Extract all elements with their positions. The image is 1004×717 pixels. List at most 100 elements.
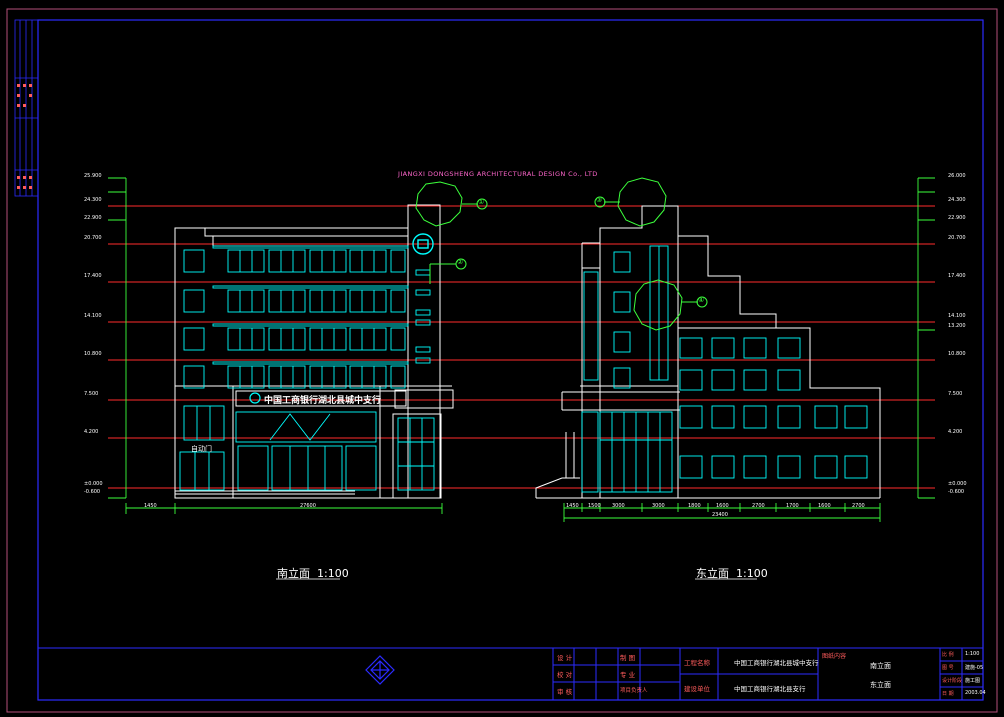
level-left-9: ±0.000 [84, 481, 103, 487]
window [390, 289, 406, 313]
level-right-4: 17.400 [948, 273, 966, 279]
callout-3: ③ [596, 196, 603, 204]
balcony-rail [212, 245, 409, 249]
window [743, 405, 767, 429]
level-left-3: 20.700 [84, 235, 102, 241]
level-left-5: 14.100 [84, 313, 102, 319]
window [349, 365, 387, 389]
dim-east-6: 2700 [752, 503, 765, 509]
level-right-10: ±0.000 [948, 481, 967, 487]
tb-field-label-2: 设计阶段 [942, 678, 963, 684]
dim-east-10: 23400 [712, 512, 728, 518]
window [268, 249, 306, 273]
window [743, 337, 767, 359]
countersign-strip [14, 19, 39, 197]
callout-4: ④ [698, 296, 705, 304]
south-windows [183, 245, 409, 389]
level-left-7: 7.500 [84, 391, 99, 397]
tb-field-value-0: 1:100 [965, 651, 980, 657]
window [349, 327, 387, 351]
window [268, 289, 306, 313]
tb-field-label-0: 比 例 [942, 652, 954, 658]
level-right-3: 20.700 [948, 235, 966, 241]
window [777, 405, 801, 429]
tb-role-review: 审 核 [557, 688, 573, 696]
balcony-rail [212, 323, 409, 327]
window [268, 327, 306, 351]
level-left-2: 22.900 [84, 215, 102, 221]
window [183, 249, 205, 273]
level-left-6: 10.800 [84, 351, 102, 357]
tb-field-label-1: 图 号 [942, 665, 954, 671]
window [613, 291, 631, 313]
company-banner: JIANGXI DONGSHENG ARCHITECTURAL DESIGN C… [398, 170, 598, 178]
auto-door-label: 自动门 [191, 445, 212, 453]
level-right-7: 10.800 [948, 351, 966, 357]
dim-east-7: 1700 [786, 503, 799, 509]
window [777, 337, 801, 359]
dim-east-4: 1800 [688, 503, 701, 509]
window [743, 455, 767, 479]
tb-client-label: 建设单位 [684, 685, 710, 693]
window [777, 369, 801, 391]
level-left-1: 24.300 [84, 197, 102, 203]
balcony-rail [212, 361, 409, 365]
window [309, 365, 347, 389]
dim-east-5: 1600 [716, 503, 729, 509]
window [711, 455, 735, 479]
window [711, 405, 735, 429]
window [711, 369, 735, 391]
dim-east-1: 1500 [588, 503, 601, 509]
window [227, 289, 265, 313]
outer-sheet-border [6, 8, 998, 713]
level-right-6: 13.200 [948, 323, 966, 329]
tb-sheet-label: 图纸内容 [822, 653, 847, 660]
level-right-11: -0.600 [948, 489, 965, 495]
level-left-4: 17.400 [84, 273, 102, 279]
tb-field-label-3: 日 期 [942, 691, 954, 697]
window [390, 365, 406, 389]
window [613, 367, 631, 389]
dim-east-9: 2700 [852, 503, 865, 509]
tb-sheet-content-2: 东立面 [870, 681, 891, 689]
tb-field-value-2: 施工图 [965, 678, 981, 684]
tb-client-name: 中国工商银行湖北县支行 [734, 685, 806, 693]
window [183, 365, 205, 389]
window [309, 289, 347, 313]
level-right-9: 4.200 [948, 429, 963, 435]
tb-field-value-3: 2003.04 [965, 690, 986, 696]
dim-south-0: 1450 [144, 503, 157, 509]
right-level-staff [917, 177, 935, 499]
tb-role-discipline: 专 业 [620, 671, 636, 679]
window [777, 455, 801, 479]
window [844, 405, 868, 429]
south-elevation-title: 南立面 1:100 [277, 567, 349, 580]
callout-1: ① [478, 198, 485, 206]
tb-field-value-1: 建施-05 [965, 665, 984, 671]
window [227, 365, 265, 389]
detail-callouts [415, 177, 708, 331]
sign-logo-icon [249, 392, 261, 404]
south-storefront [179, 269, 435, 491]
window [183, 289, 205, 313]
window [309, 249, 347, 273]
dim-east-2: 3000 [612, 503, 625, 509]
dim-east-8: 1600 [818, 503, 831, 509]
level-right-0: 26.000 [948, 173, 966, 179]
tb-role-check: 校 对 [557, 671, 573, 679]
level-left-0: 25.900 [84, 173, 102, 179]
window [227, 249, 265, 273]
window [679, 405, 703, 429]
south-dimension-line [125, 503, 443, 514]
dim-east-3: 3000 [652, 503, 665, 509]
tb-sheet-content-1: 南立面 [870, 662, 891, 670]
level-right-1: 24.300 [948, 197, 966, 203]
south-elevation [174, 204, 454, 499]
tb-project-name: 中国工商银行湖北县城中支行 [734, 659, 819, 667]
level-right-2: 22.900 [948, 215, 966, 221]
window [679, 337, 703, 359]
level-right-5: 14.100 [948, 313, 966, 319]
window [814, 405, 838, 429]
cad-drawing-canvas [6, 8, 998, 713]
tb-project-label: 工程名称 [684, 659, 710, 667]
